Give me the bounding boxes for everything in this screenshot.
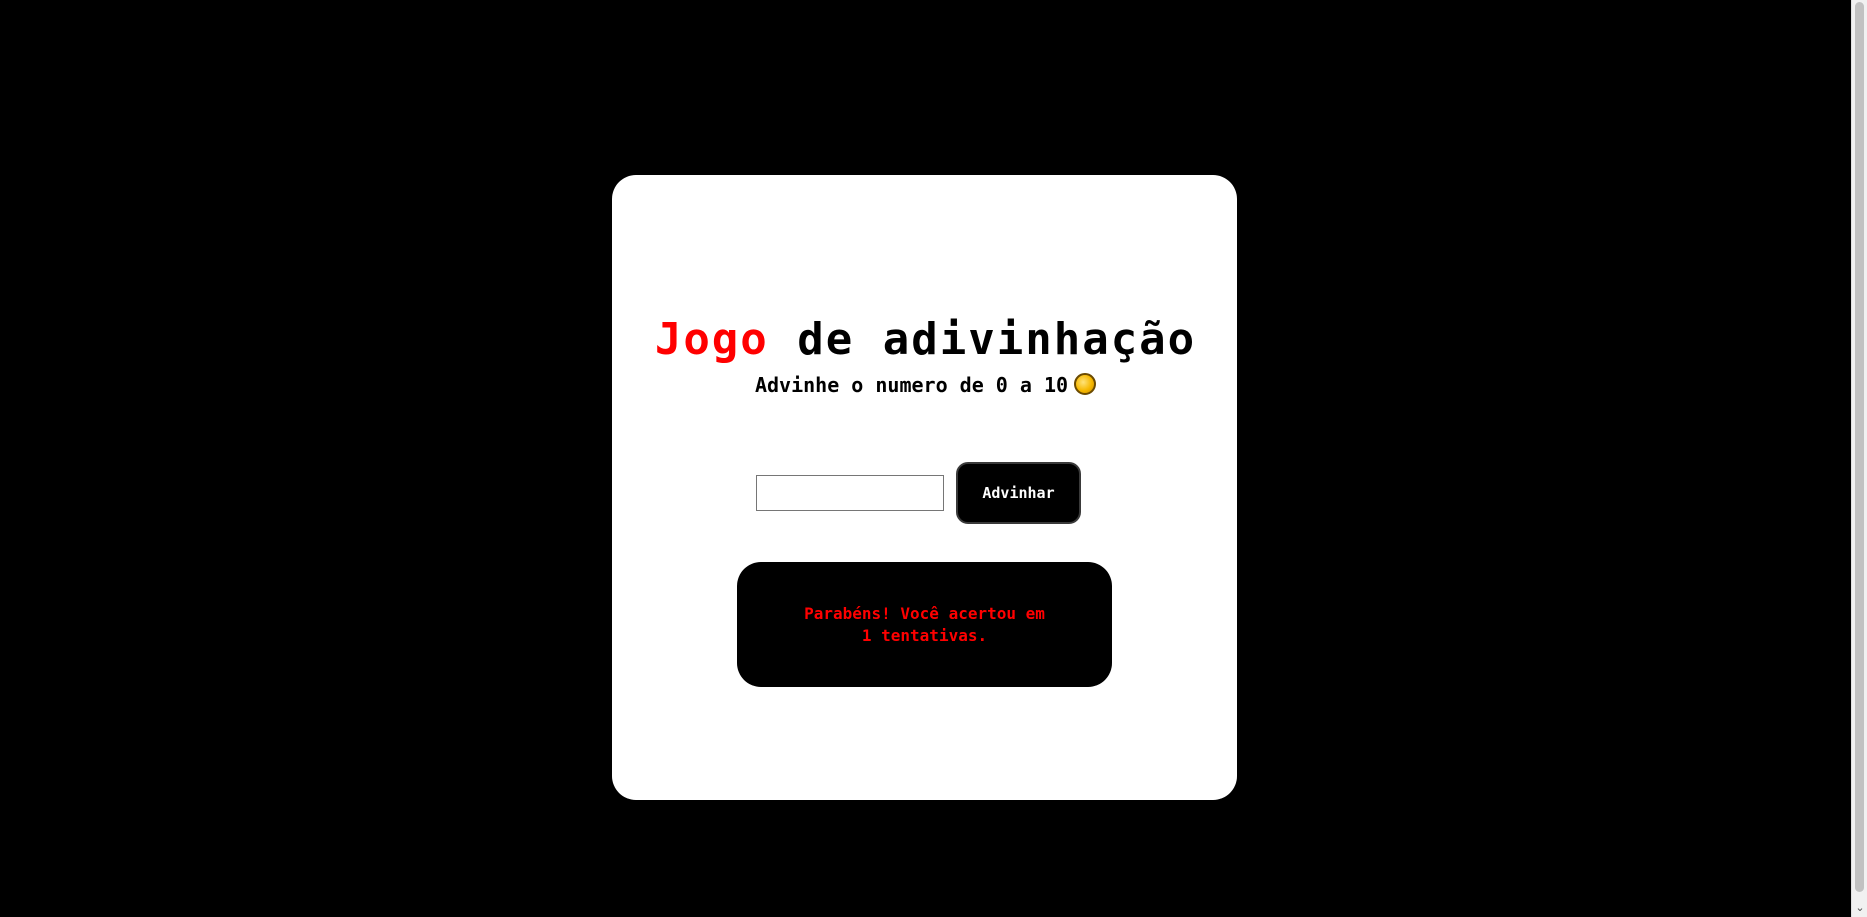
title-accent: Jogo bbox=[654, 314, 769, 365]
result-message: Parabéns! Você acertou em 1 tentativas. bbox=[804, 603, 1045, 645]
page-title: Jogo de adivinhação bbox=[0, 312, 1851, 368]
scrollbar-thumb[interactable] bbox=[1855, 2, 1864, 892]
title-rest: de adivinhação bbox=[797, 314, 1197, 365]
result-box: Parabéns! Você acertou em 1 tentativas. bbox=[737, 562, 1112, 687]
scroll-down-arrow-icon[interactable]: ⌄ bbox=[1852, 901, 1867, 915]
page-background: Jogo de adivinhação Advinhe o numero de … bbox=[0, 0, 1851, 917]
subtitle: Advinhe o numero de 0 a 10 bbox=[0, 370, 1851, 400]
guess-input[interactable] bbox=[756, 475, 944, 511]
guess-button[interactable]: Advinhar bbox=[956, 462, 1081, 524]
subtitle-text: Advinhe o numero de 0 a 10 bbox=[754, 373, 1069, 397]
coin-icon bbox=[1074, 373, 1097, 395]
vertical-scrollbar[interactable]: ⌄ bbox=[1851, 0, 1867, 917]
